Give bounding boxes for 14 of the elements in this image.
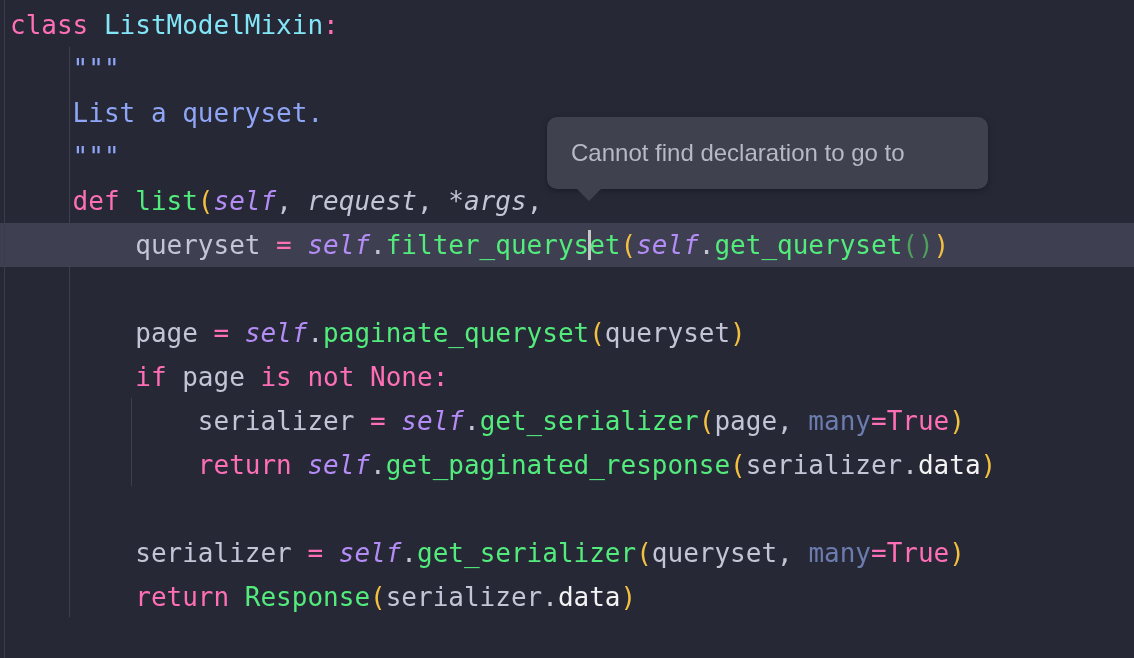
- code-line: page = self.paginate_queryset(queryset): [134, 318, 746, 348]
- code-line: return Response(serializer.data): [134, 582, 637, 612]
- code-line: """: [71, 142, 120, 172]
- code-line: """: [71, 54, 120, 84]
- code-line: if page is not None:: [134, 362, 449, 392]
- code-line: serializer = self.get_serializer(queryset, many=True): [134, 538, 965, 568]
- tooltip-text: Cannot find declaration to go to: [571, 139, 905, 167]
- code-line: class ListModelMixin:: [10, 10, 339, 40]
- code-line: return self.get_paginated_response(serializer.data): [196, 450, 997, 480]
- code-line: serializer = self.get_serializer(page, many=True): [196, 406, 965, 436]
- text-cursor: [587, 230, 591, 260]
- code-line: def list(self, request, *args,: [71, 186, 543, 216]
- code-line: List a queryset.: [71, 98, 324, 128]
- code-line: queryset = self.filter_queryset(self.get_queryset()): [134, 230, 950, 260]
